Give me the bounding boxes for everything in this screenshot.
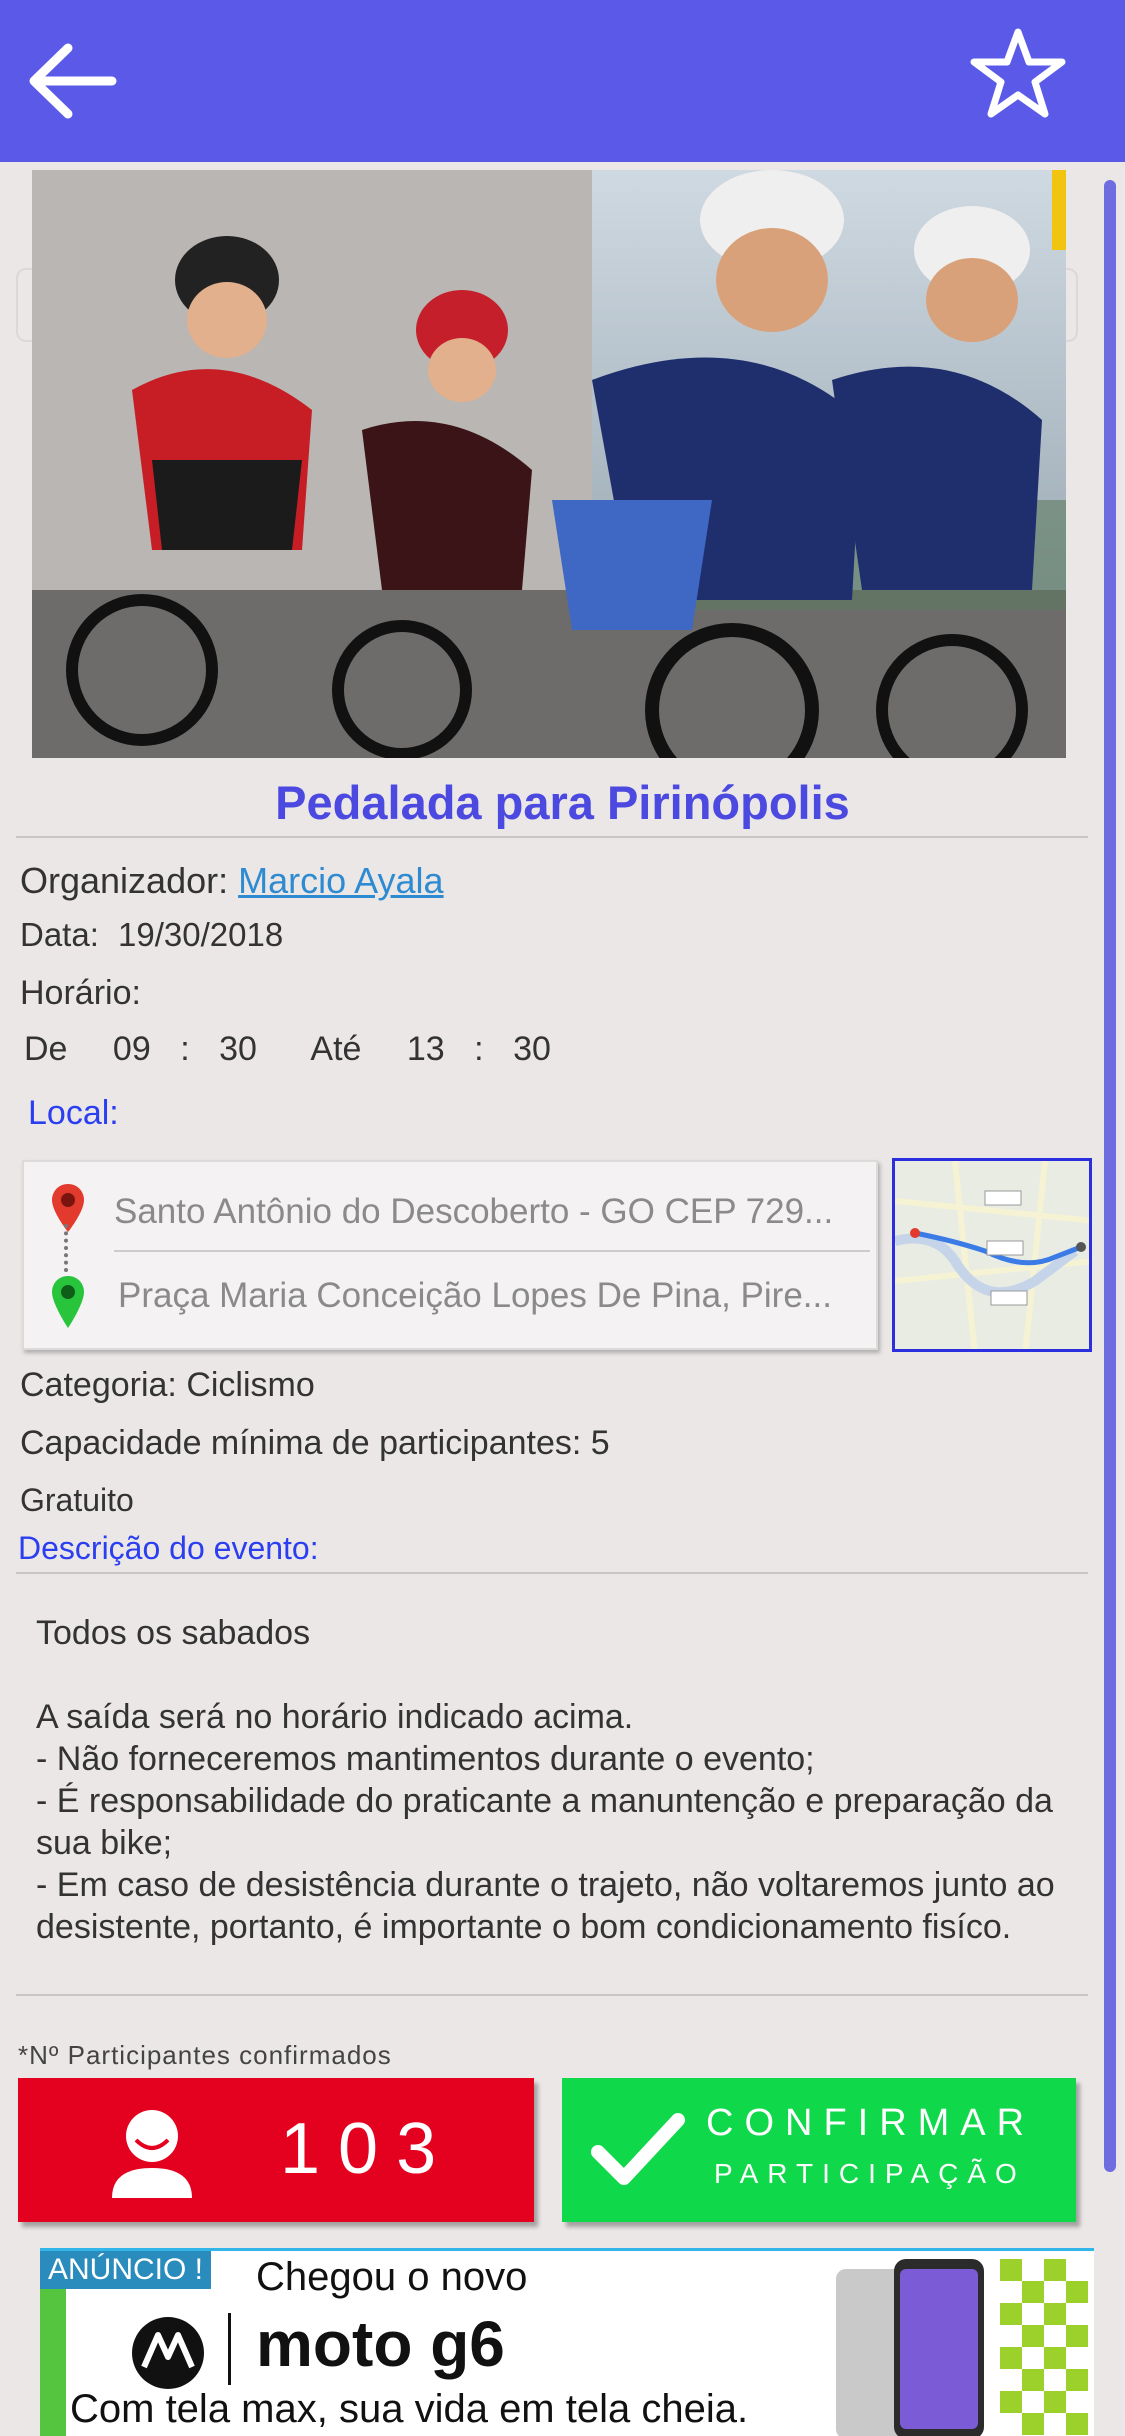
route-dots xyxy=(64,1224,70,1272)
participants-count: 103 xyxy=(280,2109,455,2189)
ad-banner[interactable]: ANÚNCIO ! Chegou o novo moto g6 Com tela… xyxy=(40,2248,1094,2436)
destination-pin-icon xyxy=(52,1276,84,1328)
organizer-row: Organizador: Marcio Ayala xyxy=(20,860,444,902)
date-value: 19/30/2018 xyxy=(118,916,284,953)
organizer-label: Organizador: xyxy=(20,860,229,901)
arrow-left-icon[interactable] xyxy=(24,38,120,124)
description-line xyxy=(36,1654,1096,1696)
user-icon xyxy=(112,2110,192,2198)
time-separator: : xyxy=(474,1030,484,1068)
destination-address: Praça Maria Conceição Lopes De Pina, Pir… xyxy=(118,1276,832,1315)
start-minute[interactable]: 30 xyxy=(219,1030,257,1068)
description-label: Descrição do evento: xyxy=(18,1530,319,1566)
description-line: - Em caso de desistência durante o traje… xyxy=(36,1866,1055,1946)
time-from-label: De xyxy=(24,1030,68,1068)
route-map-thumbnail[interactable] xyxy=(892,1158,1092,1352)
check-icon xyxy=(591,2113,685,2185)
category-value: Ciclismo xyxy=(186,1366,315,1404)
ad-decoration xyxy=(40,2281,66,2436)
end-minute[interactable]: 30 xyxy=(513,1030,551,1068)
description-line: - Não forneceremos mantimentos durante o… xyxy=(36,1740,815,1778)
local-label: Local: xyxy=(28,1094,119,1132)
ad-headline: Chegou o novo xyxy=(256,2255,528,2299)
end-hour[interactable]: 13 xyxy=(407,1030,445,1068)
star-outline-icon[interactable] xyxy=(968,24,1068,124)
motorola-logo-icon xyxy=(132,2317,204,2389)
divider xyxy=(16,1994,1088,1996)
category-label: Categoria: xyxy=(20,1366,177,1404)
ad-brand: moto g6 xyxy=(256,2308,505,2380)
price-label: Gratuito xyxy=(20,1482,134,1518)
description-line: Todos os sabados xyxy=(36,1614,311,1652)
description-line: A saída será no horário indicado acima. xyxy=(36,1698,634,1736)
ad-divider xyxy=(228,2313,231,2385)
date-label: Data: xyxy=(20,916,99,953)
route-card[interactable]: Santo Antônio do Descoberto - GO CEP 729… xyxy=(22,1160,878,1350)
ad-tag: ANÚNCIO ! xyxy=(40,2251,212,2289)
event-description: Todos os sabados A saída será no horário… xyxy=(36,1612,1096,1948)
category-row: Categoria: Ciclismo xyxy=(20,1366,315,1405)
capacity-label: Capacidade mínima de participantes: xyxy=(20,1424,582,1462)
divider xyxy=(16,1572,1088,1574)
time-to-label: Até xyxy=(310,1030,362,1068)
time-separator: : xyxy=(180,1030,190,1068)
capacity-value: 5 xyxy=(590,1424,610,1462)
confirm-participation-button[interactable]: CONFIRMAR PARTICIPAÇÃO xyxy=(562,2078,1076,2222)
capacity-row: Capacidade mínima de participantes: 5 xyxy=(20,1424,610,1463)
organizer-link[interactable]: Marcio Ayala xyxy=(238,860,443,901)
time-label: Horário: xyxy=(20,974,141,1012)
date-row: Data: 19/30/2018 xyxy=(20,916,283,954)
scrollbar[interactable] xyxy=(1104,180,1116,2172)
ad-tagline: Com tela max, sua vida em tela cheia. xyxy=(70,2387,749,2431)
participation-label: PARTICIPAÇÃO xyxy=(714,2158,1026,2189)
start-hour[interactable]: 09 xyxy=(113,1030,151,1068)
route-divider xyxy=(114,1250,870,1252)
divider xyxy=(16,836,1088,838)
app-bar xyxy=(0,0,1125,162)
participants-count-button[interactable]: 103 xyxy=(18,2078,534,2222)
description-line: - É responsabilidade do praticante a man… xyxy=(36,1782,1053,1862)
confirm-label: CONFIRMAR xyxy=(706,2102,1036,2144)
time-row: De 09 : 30 Até 13 : 30 xyxy=(24,1030,551,1069)
event-photo xyxy=(32,170,1066,758)
event-title: Pedalada para Pirinópolis xyxy=(275,776,850,829)
origin-address: Santo Antônio do Descoberto - GO CEP 729… xyxy=(114,1192,834,1231)
participants-note: *Nº Participantes confirmados xyxy=(18,2040,392,2070)
phone-image xyxy=(836,2259,1088,2436)
